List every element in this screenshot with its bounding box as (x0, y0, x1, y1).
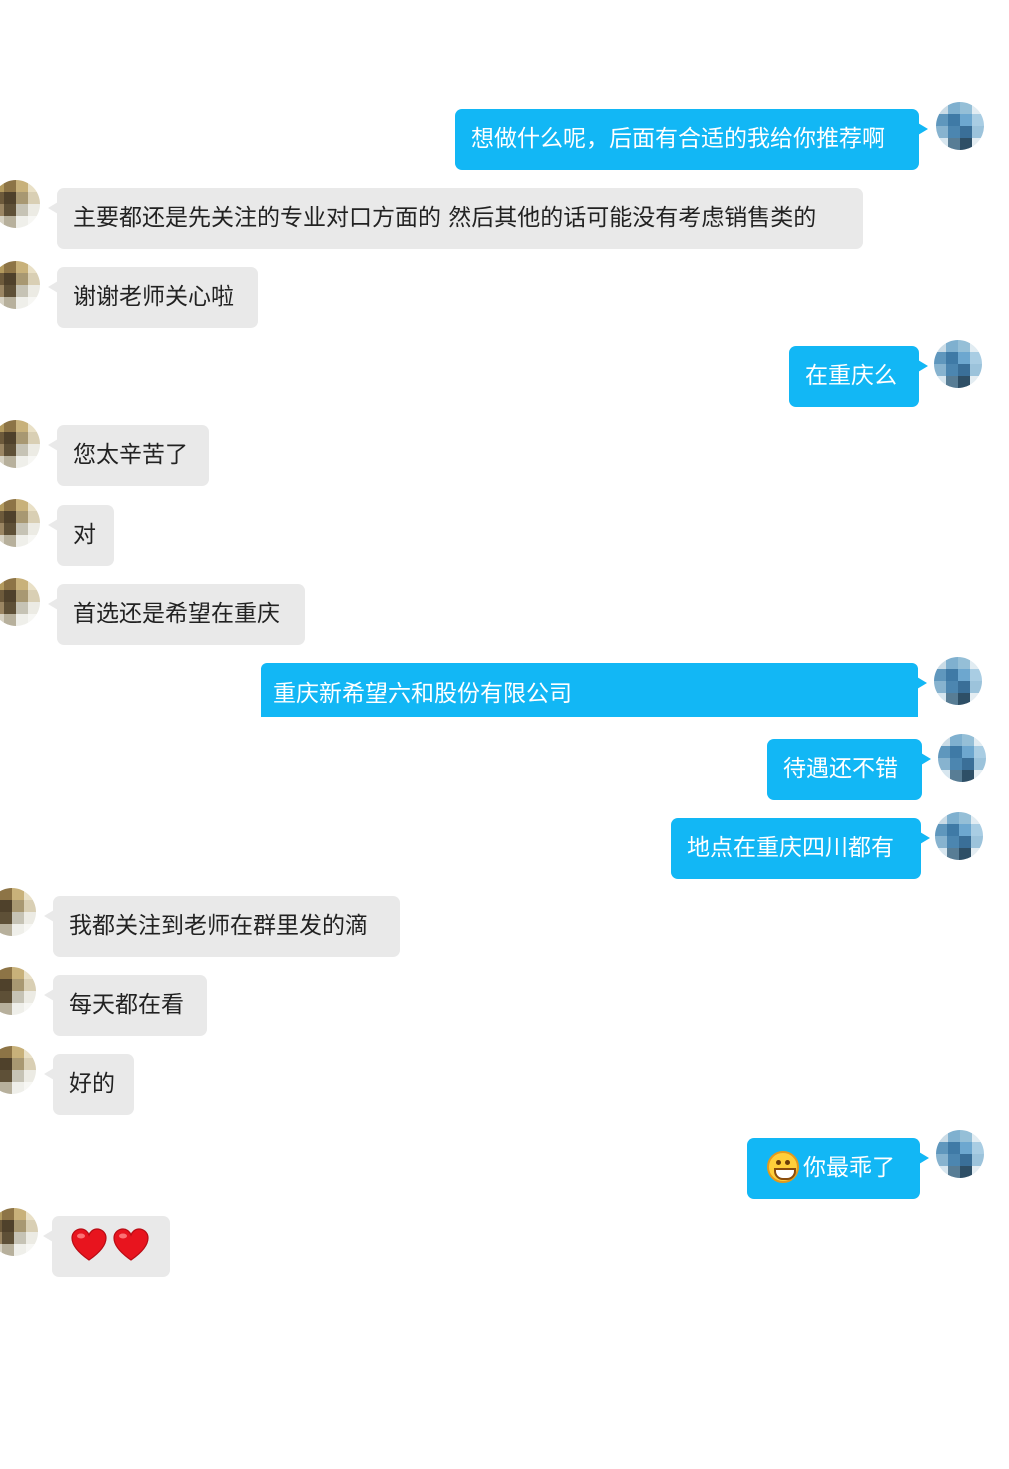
message-bubble-incoming[interactable] (43, 1216, 170, 1277)
message-bubble-outgoing[interactable]: 重庆新希望六和股份有限公司 (261, 663, 927, 717)
contact-avatar[interactable] (0, 888, 36, 936)
message-text: 对 (73, 522, 96, 548)
chat-conversation: 想做什么呢，后面有合适的我给你推荐啊 主要都还是先关注的专业对口方面的 然后其他… (0, 0, 1009, 1469)
message-bubble-incoming[interactable]: 您太辛苦了 (48, 425, 209, 486)
message-text: 你最乖了 (803, 1155, 895, 1181)
message-bubble-incoming[interactable]: 谢谢老师关心啦 (48, 267, 258, 328)
contact-avatar[interactable] (0, 261, 40, 309)
message-bubble-outgoing[interactable]: 想做什么呢，后面有合适的我给你推荐啊 (455, 109, 928, 170)
my-avatar[interactable] (935, 812, 983, 860)
contact-avatar[interactable] (0, 1208, 38, 1256)
message-text: 每天都在看 (69, 992, 184, 1018)
message-text: 谢谢老师关心啦 (73, 284, 234, 310)
contact-avatar[interactable] (0, 578, 40, 626)
message-bubble-incoming[interactable]: 对 (48, 505, 114, 566)
contact-avatar[interactable] (0, 180, 40, 228)
message-bubble-incoming[interactable]: 我都关注到老师在群里发的滴 (44, 896, 400, 957)
message-text: 首选还是希望在重庆 (73, 601, 280, 627)
message-bubble-outgoing[interactable]: 在重庆么 (789, 346, 928, 407)
message-text: 地点在重庆四川都有 (687, 835, 894, 861)
message-text: 我都关注到老师在群里发的滴 (69, 913, 368, 939)
my-avatar[interactable] (934, 657, 982, 705)
message-bubble-outgoing[interactable]: 待遇还不错 (767, 739, 931, 800)
my-avatar[interactable] (936, 102, 984, 150)
message-text: 想做什么呢，后面有合适的我给你推荐啊 (471, 126, 885, 152)
red-heart-icon (70, 1227, 108, 1263)
contact-avatar[interactable] (0, 1046, 36, 1094)
message-text: 主要都还是先关注的专业对口方面的 然后其他的话可能没有考虑销售类的 (73, 205, 817, 231)
contact-avatar[interactable] (0, 420, 40, 468)
message-text: 您太辛苦了 (73, 442, 188, 468)
message-bubble-incoming[interactable]: 首选还是希望在重庆 (48, 584, 305, 645)
message-text: 在重庆么 (805, 363, 897, 389)
my-avatar[interactable] (938, 734, 986, 782)
message-bubble-incoming[interactable]: 主要都还是先关注的专业对口方面的 然后其他的话可能没有考虑销售类的 (48, 188, 863, 249)
message-bubble-incoming[interactable]: 好的 (44, 1054, 134, 1115)
message-bubble-outgoing[interactable]: 地点在重庆四川都有 (671, 818, 930, 879)
my-avatar[interactable] (936, 1130, 984, 1178)
message-text: 重庆新希望六和股份有限公司 (273, 681, 572, 707)
message-text: 好的 (69, 1071, 115, 1097)
contact-avatar[interactable] (0, 499, 40, 547)
message-bubble-outgoing[interactable]: 你最乖了 (747, 1138, 929, 1199)
red-heart-icon (112, 1227, 150, 1263)
my-avatar[interactable] (934, 340, 982, 388)
contact-avatar[interactable] (0, 967, 36, 1015)
message-bubble-incoming[interactable]: 每天都在看 (44, 975, 207, 1036)
message-text: 待遇还不错 (783, 756, 898, 782)
grinning-face-icon (767, 1150, 799, 1183)
